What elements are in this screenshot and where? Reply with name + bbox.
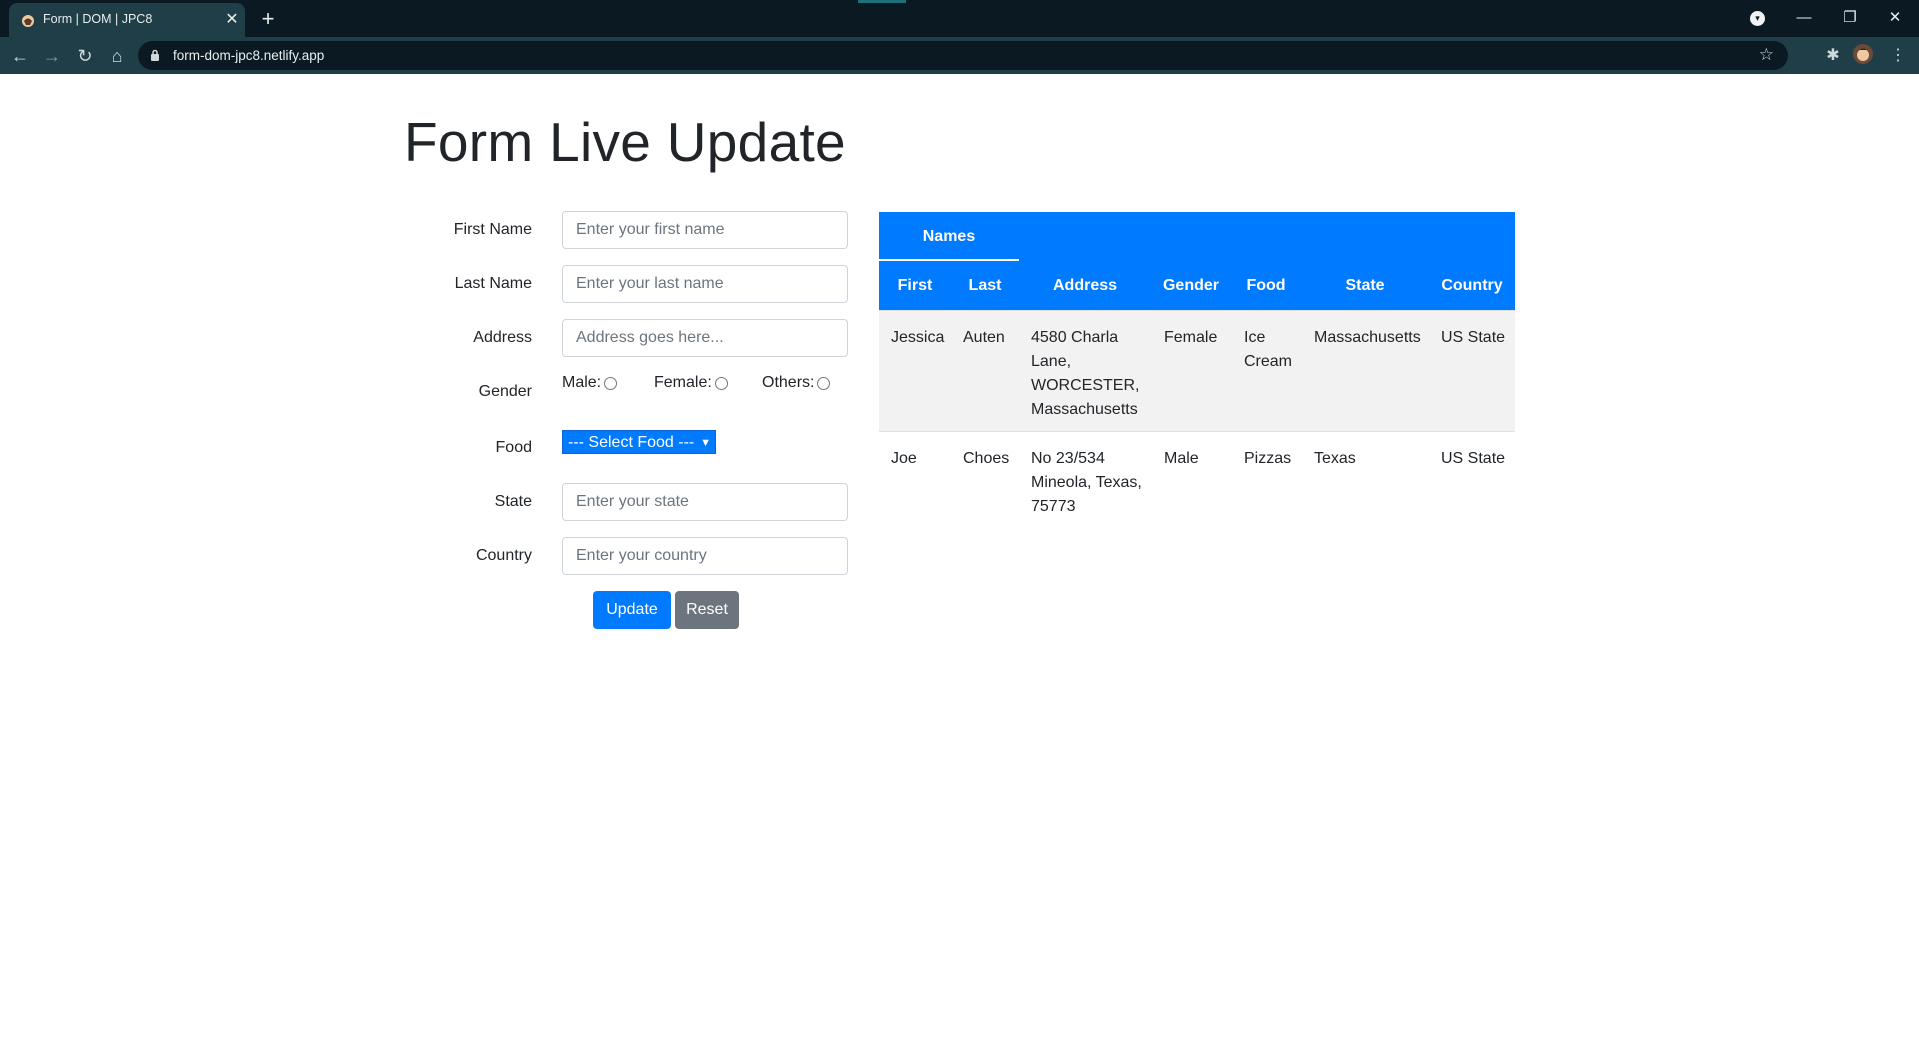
gender-male-label: Male: [562,374,602,391]
cell-address-line: 4580 Charla [1031,329,1119,346]
column-header-first: First [897,277,933,294]
state-input[interactable] [562,483,848,521]
address-label: Address [473,329,532,346]
column-header-state: State [1345,277,1385,294]
browser-tab-bar: Form | DOM | JPC8 ✕ + ▾ — ❐ ✕ [0,0,1919,37]
cell-food-line: Ice [1244,329,1266,346]
update-button[interactable]: Update [593,591,671,629]
gender-male-radio[interactable] [604,377,618,390]
food-label: Food [495,439,532,456]
gender-option-female[interactable]: Female: [654,374,728,392]
reload-icon[interactable]: ↻ [72,43,98,69]
names-group-header: Names [879,212,1019,261]
country-label: Country [475,547,532,564]
window-restore-button[interactable]: ❐ [1835,6,1865,30]
window-minimize-button[interactable]: — [1789,6,1819,30]
cell-food-line: Cream [1244,353,1293,370]
cell-address-line: No 23/534 [1031,450,1105,467]
gender-others-radio[interactable] [817,377,831,390]
cell-country: US State [1441,450,1506,467]
cell-address-line: Massachusetts [1031,401,1138,418]
forward-arrow-icon[interactable]: → [39,43,65,69]
home-icon[interactable]: ⌂ [104,43,130,69]
first-name-label: First Name [453,221,532,238]
table-header: Names First Last Address Gender Food Sta… [879,212,1515,310]
site-favicon-icon [22,15,34,27]
food-select-value: --- Select Food --- [568,434,695,451]
gender-others-label: Others: [762,374,815,391]
cell-address: 4580 Charla Lane, WORCESTER, Massachuset… [1031,326,1139,422]
new-tab-button[interactable]: + [256,7,280,31]
back-arrow-icon[interactable]: ← [7,43,33,69]
cell-last: Choes [963,450,1010,467]
cell-address-line: Mineola, Texas, [1031,474,1142,491]
tab-search-icon[interactable]: ▾ [1750,11,1765,26]
gender-option-male[interactable]: Male: [562,374,618,392]
country-input[interactable] [562,537,848,575]
tab-title: Form | DOM | JPC8 [43,12,153,26]
last-name-input[interactable] [562,265,848,303]
cell-first: Joe [891,450,917,467]
browser-tab-active[interactable]: Form | DOM | JPC8 ✕ [9,3,245,37]
browser-toolbar: ← → ↻ ⌂ form-dom-jpc8.netlify.app ☆ ✱ ⋮ [0,37,1919,74]
gender-option-others[interactable]: Others: [762,374,831,392]
address-bar[interactable]: form-dom-jpc8.netlify.app ☆ [138,41,1788,70]
column-header-address: Address [1052,277,1118,294]
state-label: State [494,493,532,510]
table-row: Jessica Auten 4580 Charla Lane, WORCESTE… [879,310,1515,432]
tab-close-icon[interactable]: ✕ [222,10,242,30]
table-row: Joe Choes No 23/534 Mineola, Texas, 7577… [879,431,1515,532]
reset-button[interactable]: Reset [675,591,739,629]
first-name-input[interactable] [562,211,848,249]
cell-food: Ice Cream [1244,326,1292,374]
extensions-puzzle-icon[interactable]: ✱ [1820,43,1846,69]
chevron-down-icon: ▼ [700,437,711,449]
url-text: form-dom-jpc8.netlify.app [173,48,325,63]
lock-icon [151,49,159,61]
last-name-label: Last Name [454,275,532,292]
cell-gender: Male [1164,450,1199,467]
page-title: Form Live Update [404,111,846,173]
cell-state: Massachusetts [1314,329,1421,346]
window-close-button[interactable]: ✕ [1880,6,1910,30]
column-header-country: Country [1441,277,1503,294]
cell-food-line: Pizzas [1244,450,1292,467]
food-select[interactable]: --- Select Food --- ▼ [562,430,716,454]
cell-address-line: 75773 [1031,498,1076,515]
menu-kebab-icon[interactable]: ⋮ [1885,43,1911,69]
column-header-food: Food [1246,277,1286,294]
address-input[interactable] [562,319,848,357]
cell-first: Jessica [891,329,945,346]
column-header-last: Last [968,277,1002,294]
cell-address-line: Lane, [1031,353,1072,370]
cell-country: US State [1441,329,1506,346]
gender-label: Gender [478,383,532,400]
cell-state: Texas [1314,450,1356,467]
names-table: Names First Last Address Gender Food Sta… [879,212,1515,515]
profile-avatar[interactable] [1853,44,1873,64]
cell-last: Auten [963,329,1005,346]
gender-female-radio[interactable] [714,377,728,390]
cell-gender: Female [1164,329,1218,346]
profile-avatar-icon [1856,48,1870,61]
cell-address: No 23/534 Mineola, Texas, 75773 [1031,447,1142,519]
tab-strip-accent [858,0,906,3]
column-header-gender: Gender [1162,277,1219,294]
cell-address-line: WORCESTER, [1031,377,1140,394]
cell-food: Pizzas [1244,447,1291,471]
gender-female-label: Female: [654,374,712,391]
bookmark-star-icon[interactable]: ☆ [1759,45,1774,65]
